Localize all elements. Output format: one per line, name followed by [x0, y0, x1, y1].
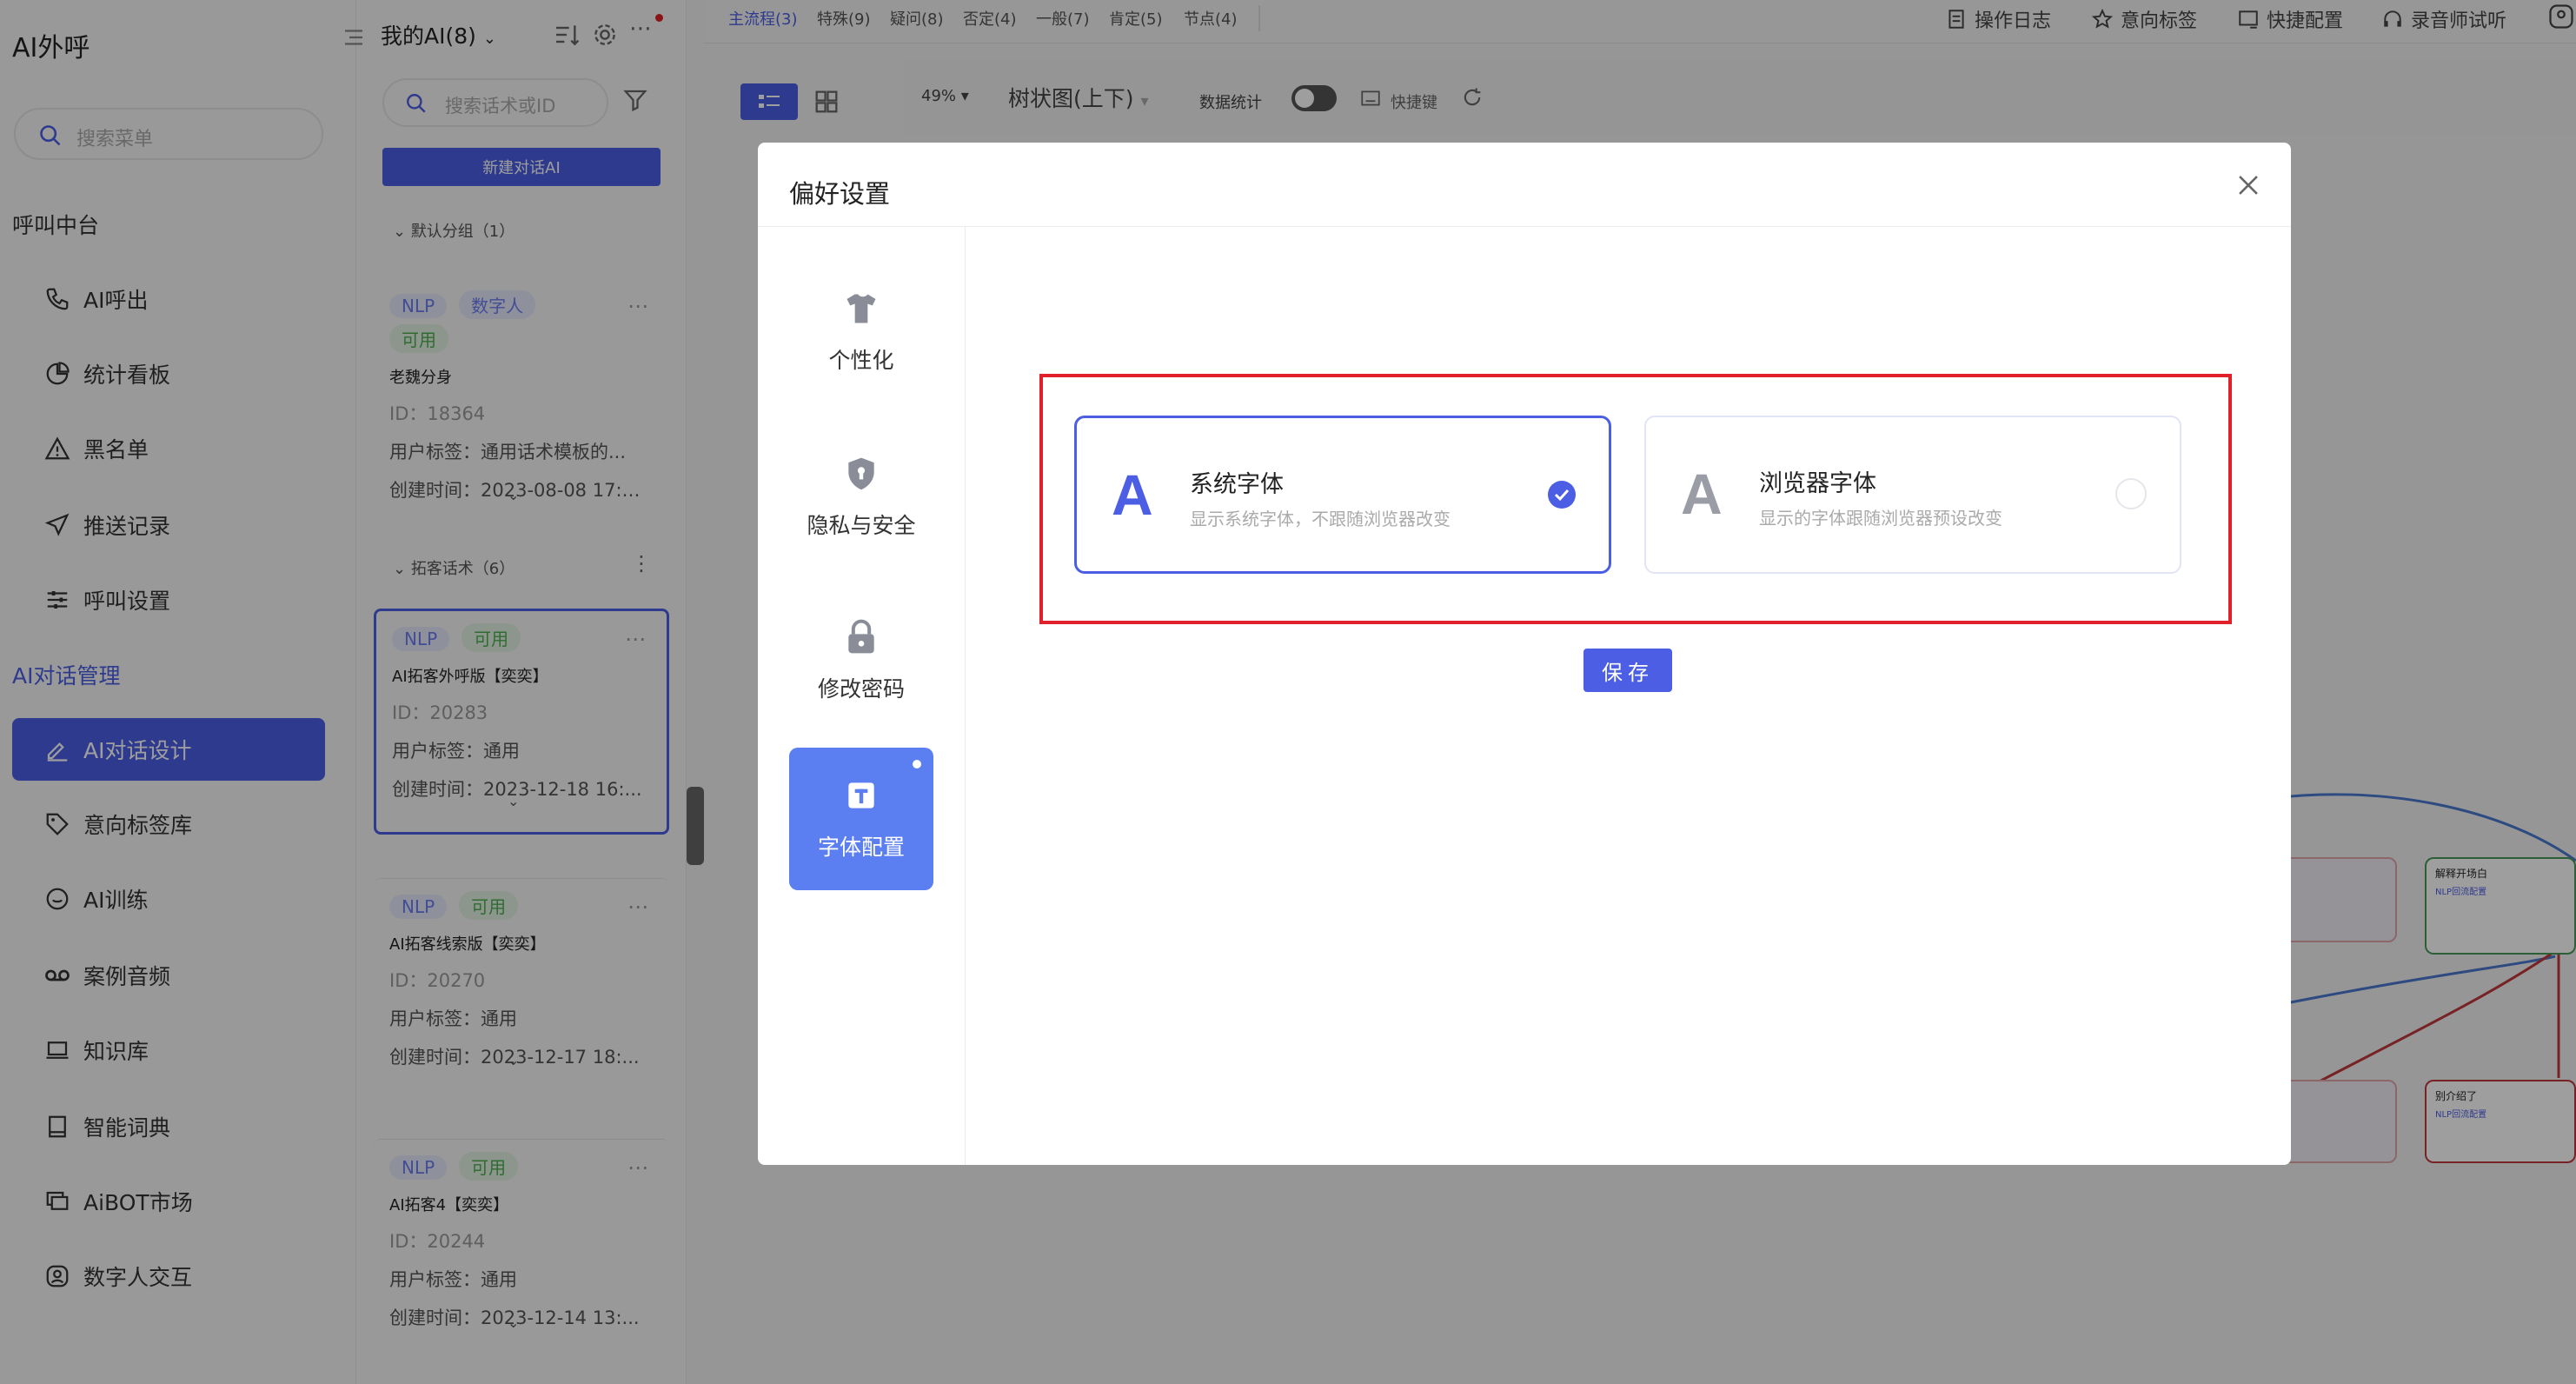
side-label: 隐私与安全 [807, 513, 916, 538]
check-circle-icon[interactable] [1548, 481, 1576, 509]
radio-unchecked[interactable] [2115, 478, 2147, 509]
system-font-option[interactable]: A 系统字体 显示系统字体，不跟随浏览器改变 [1074, 416, 1611, 574]
side-label: 字体配置 [817, 835, 905, 860]
shield-icon [842, 455, 880, 493]
shirt-icon [842, 289, 880, 328]
option-description: 显示系统字体，不跟随浏览器改变 [1190, 509, 1451, 529]
side-label: 个性化 [828, 348, 894, 373]
save-button[interactable]: 保存 [1583, 649, 1672, 692]
lock-icon [842, 618, 880, 656]
side-label: 修改密码 [817, 676, 905, 702]
option-title: 系统字体 [1190, 471, 1284, 498]
side-privacy-security[interactable]: 隐私与安全 [789, 426, 933, 569]
modal-title: 偏好设置 [789, 179, 891, 209]
font-icon [842, 776, 880, 815]
active-dot [913, 760, 921, 769]
close-icon[interactable] [2234, 170, 2263, 203]
browser-font-option[interactable]: A 浏览器字体 显示的字体跟随浏览器预设改变 [1644, 416, 2181, 574]
side-change-password[interactable]: 修改密码 [789, 589, 933, 732]
side-font-config[interactable]: 字体配置 [789, 748, 933, 890]
font-glyph-icon: A [1112, 462, 1153, 527]
font-glyph-icon: A [1681, 462, 1723, 526]
preferences-modal [758, 143, 2291, 1165]
option-description: 显示的字体跟随浏览器预设改变 [1759, 508, 2002, 529]
option-title: 浏览器字体 [1759, 470, 1876, 497]
modal-divider [758, 226, 2291, 227]
side-personalization[interactable]: 个性化 [789, 261, 933, 403]
modal-side-divider [965, 227, 966, 1165]
